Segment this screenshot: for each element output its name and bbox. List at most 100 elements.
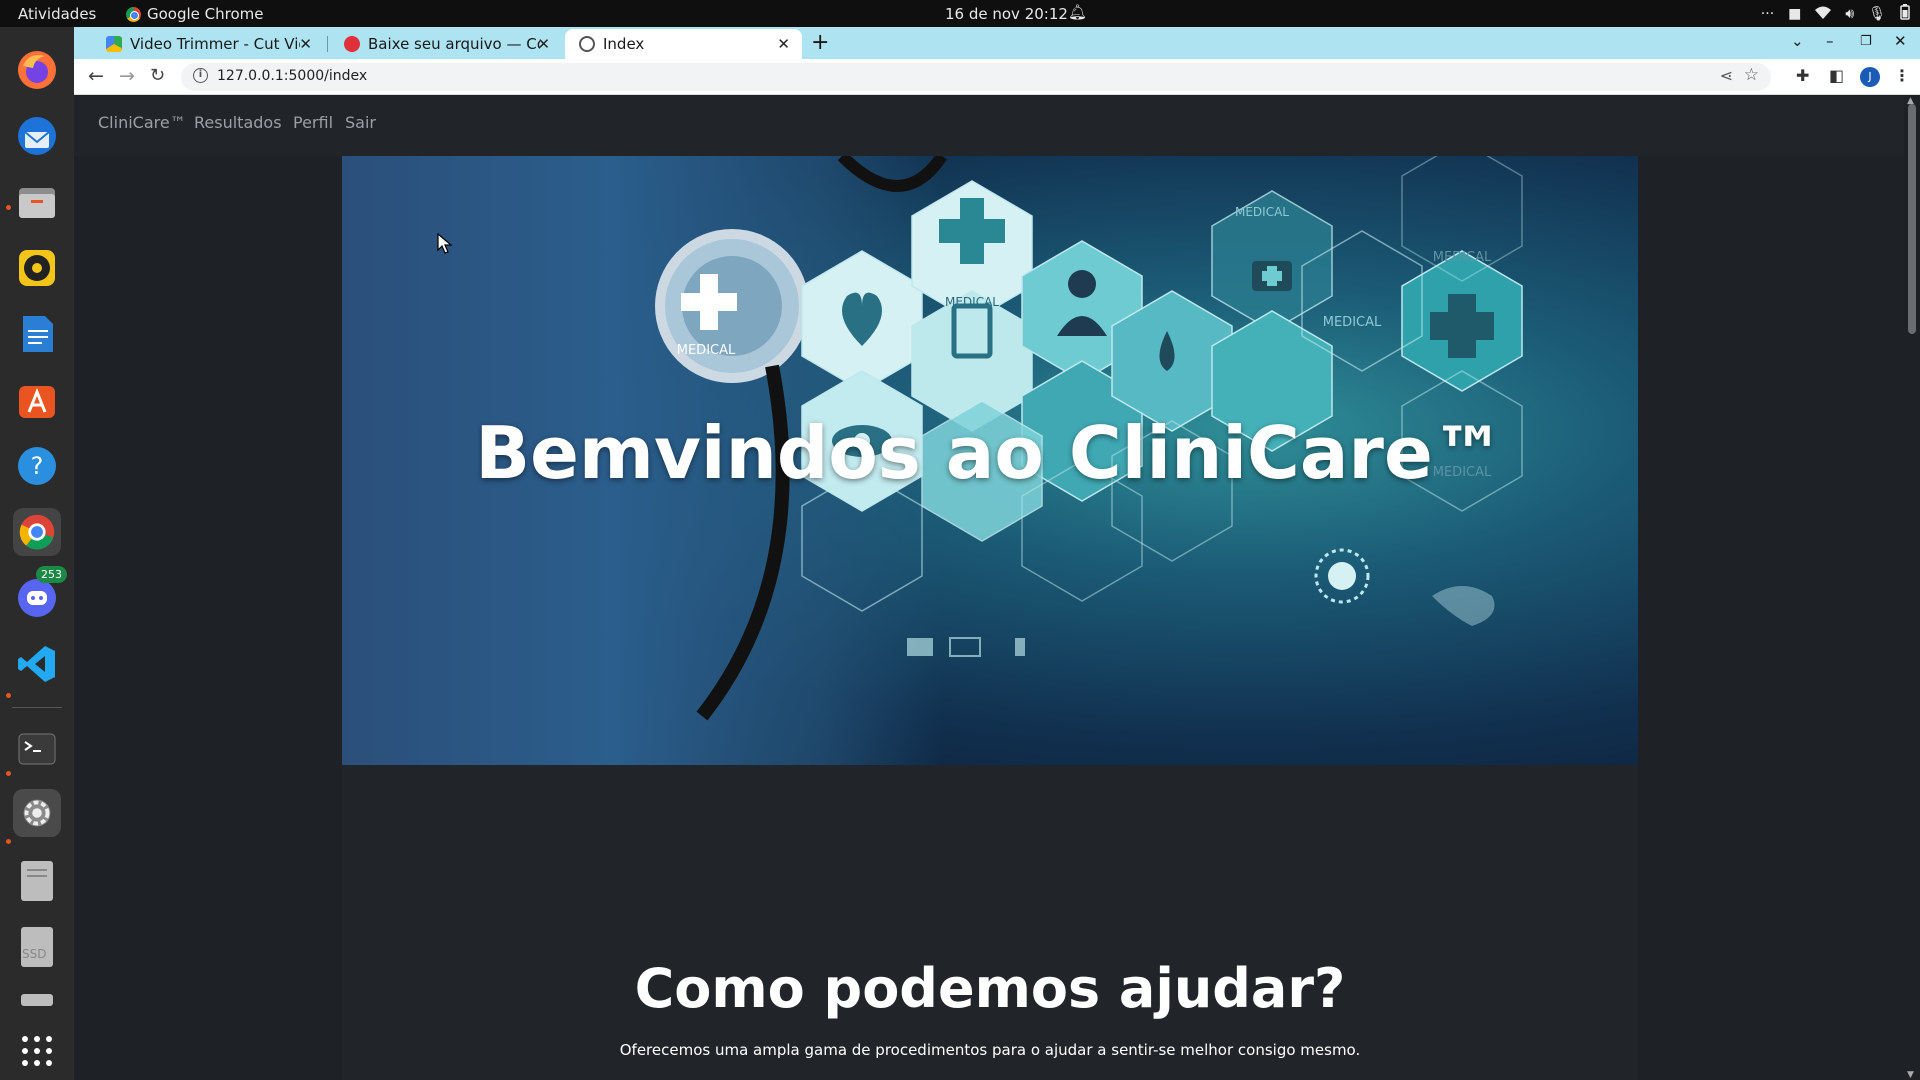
vscode-icon (18, 646, 55, 682)
page-viewport: CliniCare™ Resultados Perfil Sair MEDICA… (74, 96, 1920, 1080)
navbar-brand[interactable]: CliniCare™ (98, 113, 186, 132)
section-title: Como podemos ajudar? (634, 957, 1346, 1020)
new-tab-button[interactable]: + (811, 30, 829, 55)
running-indicator (6, 205, 11, 210)
tab-search-icon[interactable]: ⌄ (1791, 32, 1804, 50)
firefox-icon (18, 51, 56, 89)
drive-launcher[interactable] (13, 989, 61, 1009)
tab-separator (327, 36, 328, 52)
gamepad-icon[interactable]: ■ (1788, 6, 1801, 22)
more-icon[interactable]: ··· (1761, 6, 1774, 22)
files-icon (19, 188, 55, 218)
globe-icon (579, 36, 595, 52)
notification-bell-icon: 🔔︎ (1068, 3, 1088, 21)
tab-title: Index (603, 35, 645, 53)
person-icon (1068, 270, 1096, 298)
page-scrollbar[interactable]: ▲ ▼ (1904, 96, 1920, 1080)
hero-image-label: MEDICAL (677, 343, 736, 358)
minimize-button[interactable]: – (1826, 32, 1834, 50)
forward-button[interactable]: → (119, 65, 135, 87)
site-navbar: CliniCare™ Resultados Perfil Sair (74, 96, 1904, 156)
terminal-icon (18, 733, 56, 765)
settings-icon (23, 799, 51, 827)
running-indicator (6, 771, 11, 776)
hero-image-label: MEDICAL (1433, 250, 1492, 265)
mouse-cursor-icon (437, 233, 453, 254)
running-indicator (6, 693, 11, 698)
hero-banner: MEDICAL MEDICAL MEDICAL MEDICAL MEDICAL … (342, 156, 1638, 765)
ssd-launcher[interactable]: SSD (13, 923, 61, 971)
url-text[interactable]: 127.0.0.1:5000/index (217, 68, 367, 84)
show-apps-button[interactable] (13, 1027, 61, 1075)
drive-icon (21, 994, 53, 1006)
address-bar[interactable]: i 127.0.0.1:5000/index ⋖ ☆ (181, 63, 1771, 91)
app-grid-icon (22, 1036, 52, 1066)
chrome-icon (19, 514, 55, 550)
scroll-down-arrow-icon[interactable]: ▼ (1907, 1070, 1914, 1080)
system-top-bar: Atividades Google Chrome 16 de nov 20:12… (0, 0, 1920, 27)
profile-avatar[interactable]: J (1860, 67, 1880, 87)
tab-strip: Video Trimmer - Cut Video ✕ Baixe seu ar… (74, 27, 1920, 59)
unread-badge: 253 (36, 566, 67, 583)
browser-toolbar: ← → ↻ i 127.0.0.1:5000/index ⋖ ☆ ✚ ◧ J ⋮ (74, 59, 1920, 95)
files-launcher[interactable] (13, 178, 61, 226)
battery-icon (1900, 4, 1910, 24)
firefox-launcher[interactable] (13, 46, 61, 94)
hero-title: Bemvindos ao CliniCare™ (475, 411, 1505, 495)
system-tray[interactable]: ··· ■ 🔊︎ 🎙︎ (1761, 4, 1910, 24)
app-menu-label: Google Chrome (147, 5, 264, 23)
writer-launcher[interactable] (13, 310, 61, 358)
close-tab-icon[interactable]: ✕ (299, 35, 312, 53)
tab-title: Video Trimmer - Cut Video (130, 35, 300, 53)
activities-button[interactable]: Atividades (18, 5, 96, 23)
nav-link-sair[interactable]: Sair (345, 113, 376, 132)
trash-icon (1015, 638, 1025, 656)
services-section: Como podemos ajudar? Oferecemos uma ampl… (342, 765, 1638, 1080)
close-tab-icon[interactable]: ✕ (777, 35, 790, 53)
rhythmbox-icon (19, 250, 55, 286)
tab-video-trimmer[interactable]: Video Trimmer - Cut Video ✕ (92, 29, 324, 59)
maximize-button[interactable]: ❐ (1860, 34, 1872, 49)
bookmark-star-icon[interactable]: ☆ (1744, 65, 1759, 85)
app-menu[interactable]: Google Chrome (126, 5, 264, 23)
nav-link-resultados[interactable]: Resultados (194, 113, 282, 132)
hero-image-label: MEDICAL (1323, 315, 1382, 330)
clock[interactable]: 16 de nov 20:12 (945, 5, 1068, 23)
world-map-icon (1432, 586, 1495, 626)
vscode-launcher[interactable] (13, 640, 61, 688)
rhythmbox-launcher[interactable] (13, 244, 61, 292)
nav-link-perfil[interactable]: Perfil (293, 113, 333, 132)
hero-image-label: MEDICAL (1235, 205, 1289, 219)
terminal-launcher[interactable] (13, 724, 61, 772)
extensions-puzzle-icon[interactable]: ✚ (1796, 66, 1809, 85)
close-tab-icon[interactable]: ✕ (537, 35, 550, 53)
close-window-button[interactable]: ✕ (1894, 32, 1907, 50)
thunderbird-launcher[interactable] (13, 112, 61, 160)
tab-baixe-arquivo[interactable]: Baixe seu arquivo — Conv ✕ (330, 29, 562, 59)
wifi-icon (1815, 6, 1832, 23)
disk-launcher[interactable] (13, 857, 61, 905)
monitor-icon (949, 637, 981, 657)
chrome-launcher[interactable] (13, 508, 61, 556)
converter-favicon-icon (344, 36, 360, 52)
chrome-menu-icon[interactable]: ⋮ (1894, 66, 1910, 85)
help-launcher[interactable]: ? (13, 442, 61, 490)
disk-icon (21, 861, 53, 901)
thunderbird-icon (18, 117, 56, 155)
discord-launcher[interactable]: 253 (13, 566, 67, 622)
tab-title: Baixe seu arquivo — Conv (368, 35, 540, 53)
svg-text:?: ? (31, 452, 44, 480)
software-launcher[interactable] (13, 376, 61, 424)
back-button[interactable]: ← (88, 65, 104, 87)
scrollbar-thumb[interactable] (1908, 104, 1916, 334)
software-center-icon (19, 386, 55, 418)
site-info-icon[interactable]: i (193, 68, 208, 83)
dock: ? 253 SSD (0, 27, 74, 1080)
share-icon[interactable]: ⋖ (1720, 66, 1733, 85)
settings-launcher[interactable] (13, 789, 61, 837)
dock-separator (12, 707, 62, 708)
side-panel-icon[interactable]: ◧ (1829, 66, 1844, 85)
reload-button[interactable]: ↻ (150, 65, 165, 86)
tab-index[interactable]: Index ✕ (565, 29, 802, 59)
video-trimmer-favicon-icon (106, 36, 122, 52)
